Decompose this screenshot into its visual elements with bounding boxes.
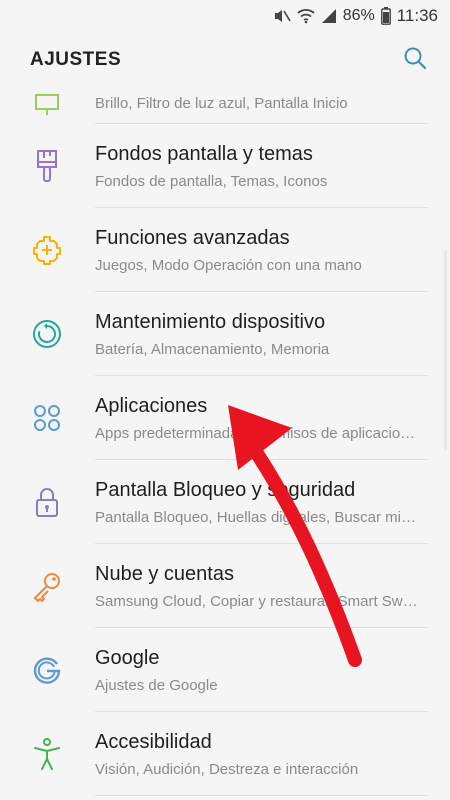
puzzle-gear-icon — [30, 233, 64, 267]
accessibility-icon — [30, 737, 64, 771]
settings-item-sub: Ajustes de Google — [95, 677, 218, 694]
lock-icon — [30, 485, 64, 519]
status-bar: 86% 11:36 — [0, 0, 450, 32]
settings-item-sub: Pantalla Bloqueo, Huellas digitales, Bus… — [95, 509, 420, 526]
wifi-icon — [297, 8, 315, 24]
maintenance-icon — [30, 317, 64, 351]
settings-item-sub: Samsung Cloud, Copiar y restaurar, Smart… — [95, 593, 420, 610]
settings-item-label: Mantenimiento dispositivo — [95, 311, 326, 333]
paintbrush-icon — [30, 149, 64, 183]
settings-item-label: Aplicaciones — [95, 395, 208, 417]
display-icon — [30, 89, 64, 123]
settings-item-advanced-features[interactable]: Funciones avanzadas Juegos, Modo Operaci… — [0, 208, 450, 291]
settings-item-device-maintenance[interactable]: Mantenimiento dispositivo Batería, Almac… — [0, 292, 450, 375]
app-bar: AJUSTES — [0, 32, 450, 88]
google-icon — [30, 653, 64, 687]
settings-item-wallpapers-themes[interactable]: Fondos pantalla y temas Fondos de pantal… — [0, 124, 450, 207]
page-title: AJUSTES — [30, 49, 122, 70]
settings-item-sub: Visión, Audición, Destreza e interacción — [95, 761, 359, 778]
settings-item-google[interactable]: Google Ajustes de Google — [0, 628, 450, 711]
divider — [95, 795, 428, 796]
settings-item-label: Google — [95, 647, 160, 669]
settings-item-accessibility[interactable]: Accesibilidad Visión, Audición, Destreza… — [0, 712, 450, 795]
settings-item-label: Funciones avanzadas — [95, 227, 290, 249]
settings-item-sub: Fondos de pantalla, Temas, Iconos — [95, 173, 328, 190]
settings-item-sub: Juegos, Modo Operación con una mano — [95, 257, 362, 274]
settings-item-sub: Brillo, Filtro de luz azul, Pantalla Ini… — [95, 95, 348, 112]
apps-grid-icon — [30, 401, 64, 435]
settings-item-label: Pantalla Bloqueo y seguridad — [95, 479, 356, 501]
clock: 11:36 — [396, 6, 438, 25]
search-icon — [403, 46, 427, 75]
search-button[interactable] — [402, 47, 428, 73]
signal-icon — [321, 8, 337, 24]
settings-item-label: Accesibilidad — [95, 731, 212, 753]
scrollbar[interactable] — [444, 250, 447, 450]
settings-item-cloud-accounts[interactable]: Nube y cuentas Samsung Cloud, Copiar y r… — [0, 544, 450, 627]
settings-item-label: Fondos pantalla y temas — [95, 143, 313, 165]
settings-item-applications[interactable]: Aplicaciones Apps predeterminadas, Permi… — [0, 376, 450, 459]
settings-item-label: Nube y cuentas — [95, 563, 234, 585]
settings-list[interactable]: Brillo, Filtro de luz azul, Pantalla Ini… — [0, 88, 450, 800]
settings-item-lock-screen-security[interactable]: Pantalla Bloqueo y seguridad Pantalla Bl… — [0, 460, 450, 543]
mute-icon — [273, 8, 291, 24]
settings-item-sub: Apps predeterminadas, Permisos de aplica… — [95, 425, 420, 442]
battery-percent: 86% — [342, 7, 375, 24]
key-icon — [30, 569, 64, 603]
battery-icon — [380, 7, 391, 25]
settings-item-sub: Batería, Almacenamiento, Memoria — [95, 341, 330, 358]
